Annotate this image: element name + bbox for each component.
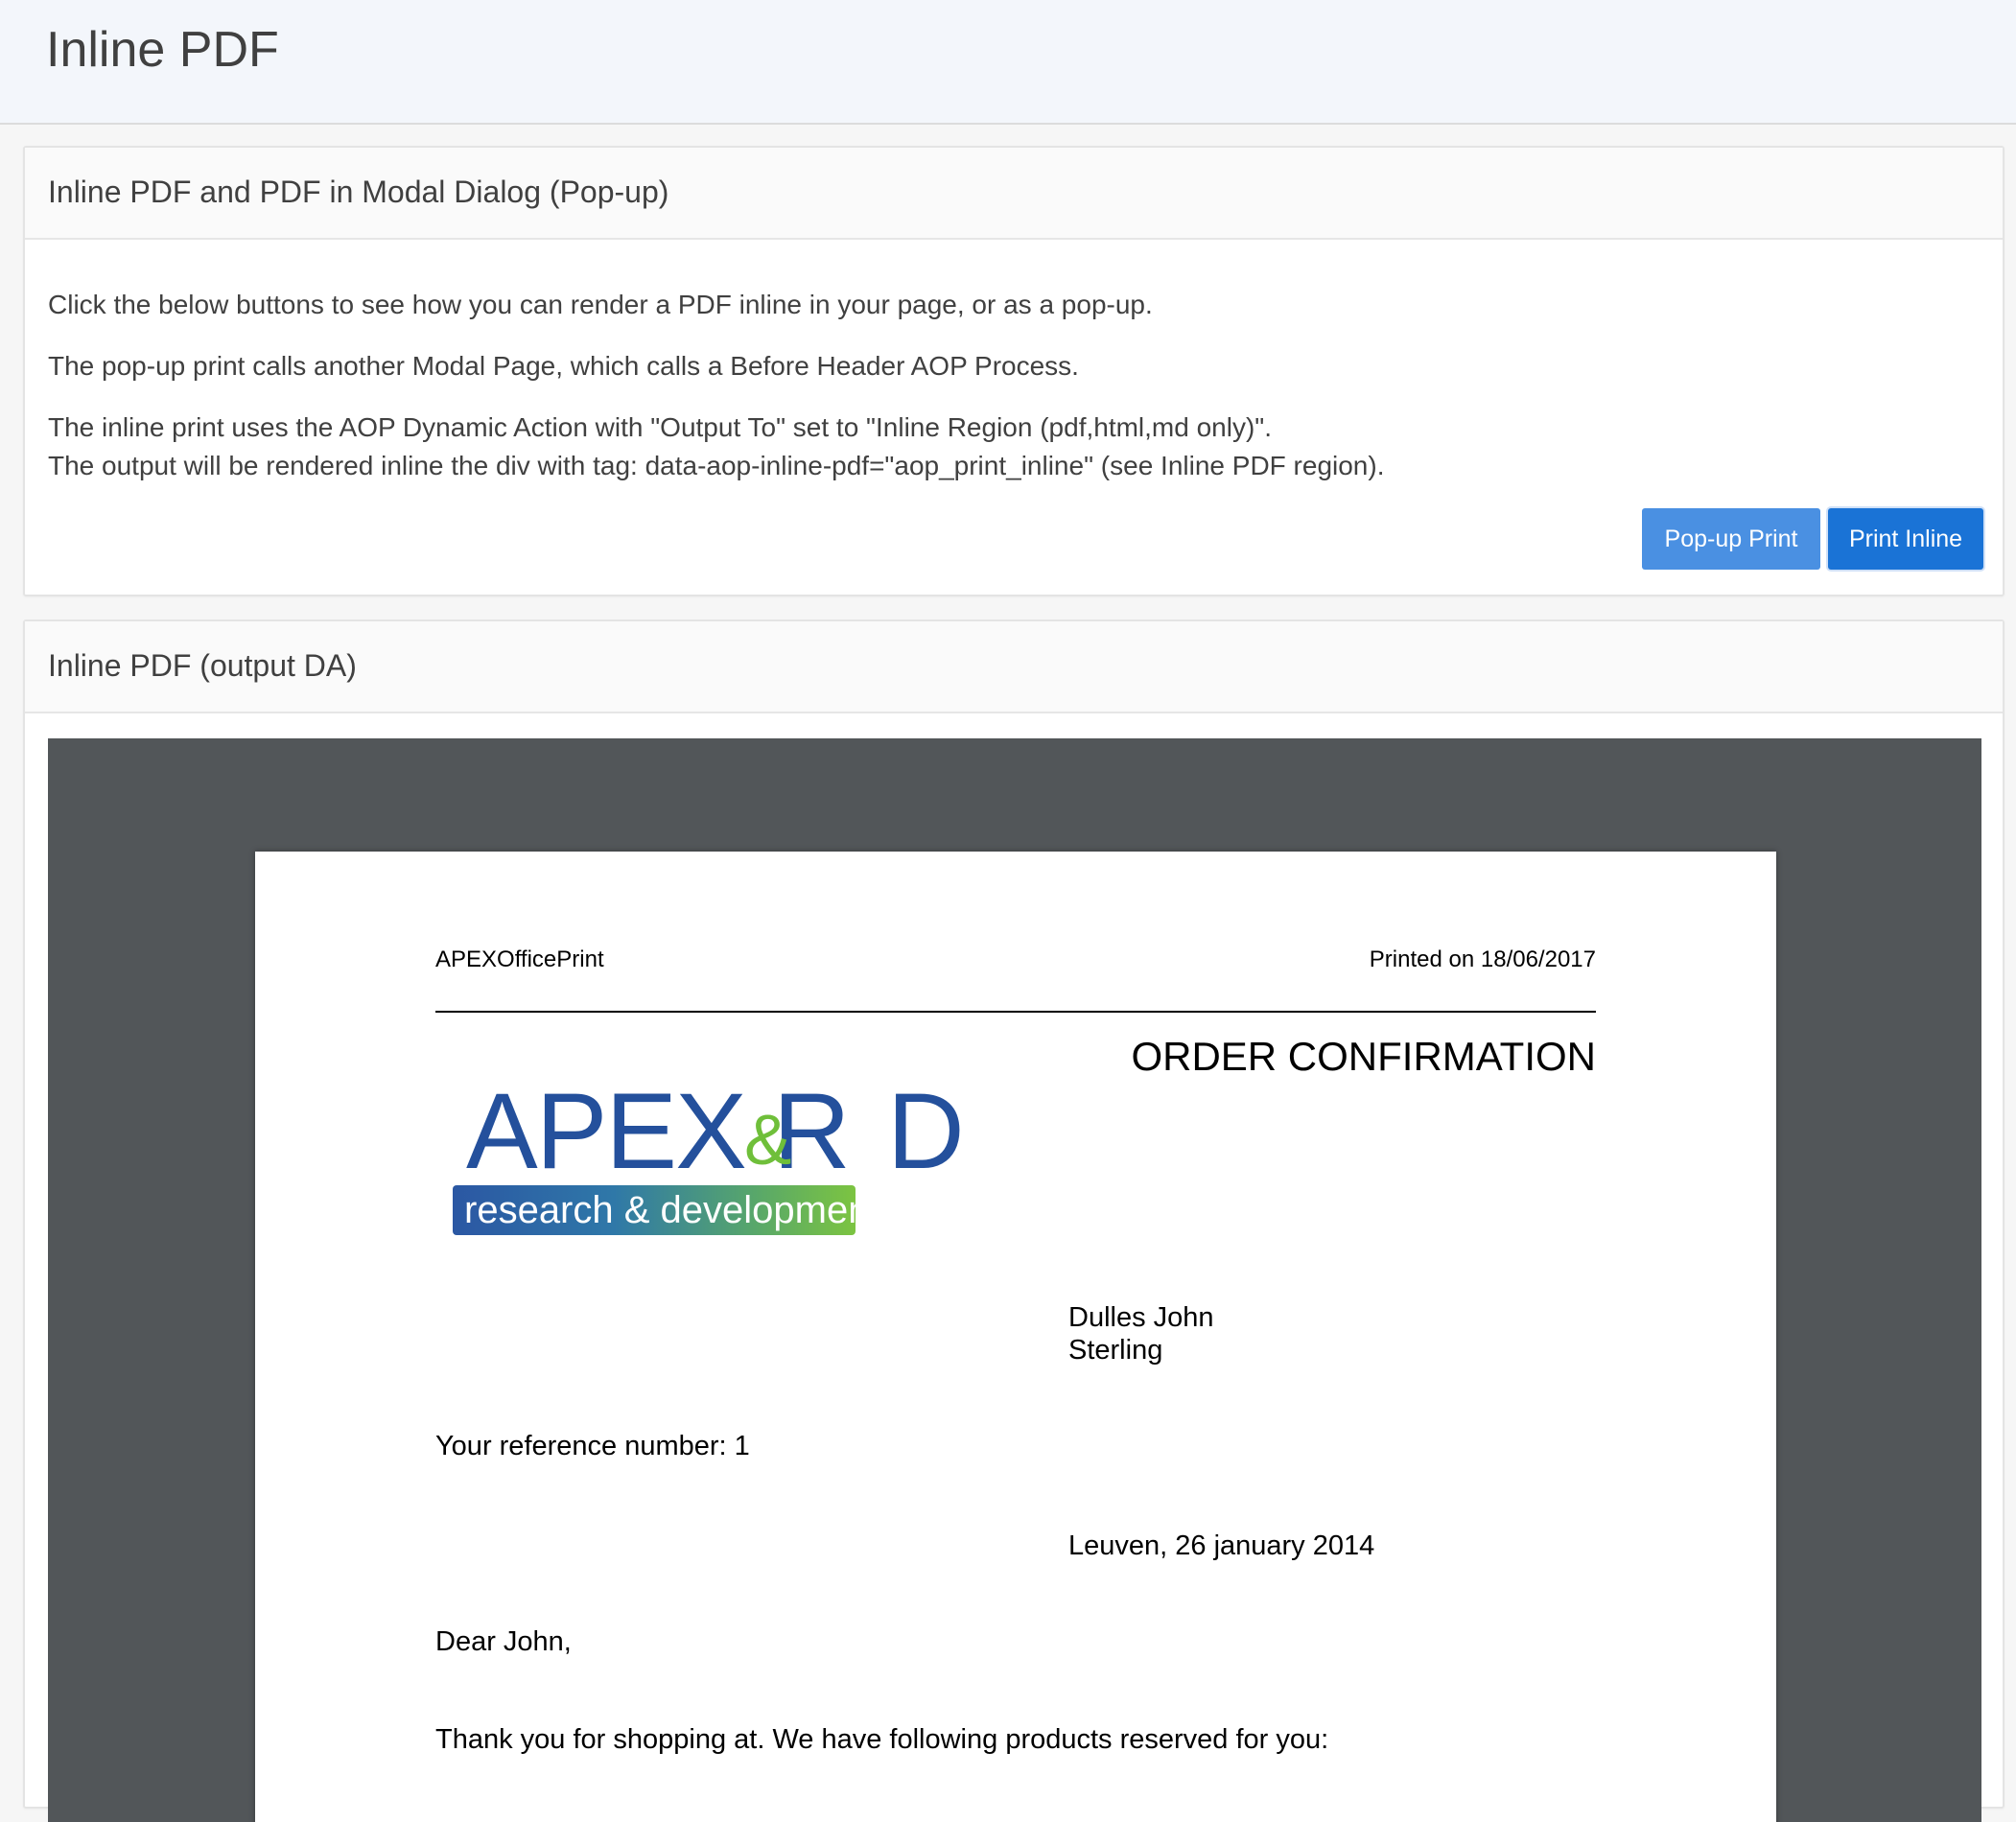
- region-inline-pdf: Inline PDF (output DA) APEXOfficePrint P…: [23, 619, 2004, 1822]
- apex-rd-logo: APEX RD & research & development: [451, 1078, 965, 1235]
- logo-ampersand: &: [744, 1100, 792, 1180]
- logo-subtitle: research & development: [464, 1189, 880, 1231]
- pdf-header-left: APEXOfficePrint: [435, 946, 604, 972]
- popup-print-button[interactable]: Pop-up Print: [1642, 508, 1820, 570]
- print-inline-button[interactable]: Print Inline: [1828, 508, 1983, 570]
- description-paragraph: The pop-up print calls another Modal Pag…: [48, 351, 1079, 381]
- description-paragraph: Click the below buttons to see how you c…: [48, 290, 1153, 319]
- logo-wordmark: APEX RD: [466, 1071, 965, 1191]
- pdf-body-line: Thank you for shopping at. We have follo…: [435, 1724, 1329, 1755]
- page-title: Inline PDF: [46, 22, 279, 78]
- pdf-heading: ORDER CONFIRMATION: [1131, 1034, 1596, 1079]
- region-header: Inline PDF (output DA): [25, 621, 2003, 713]
- pdf-address-name: Dulles John: [1068, 1302, 1214, 1333]
- pdf-page: APEXOfficePrint Printed on 18/06/2017 OR…: [255, 852, 1776, 1822]
- pdf-header-right: Printed on 18/06/2017: [1369, 946, 1596, 972]
- logo-band: research & development: [453, 1185, 880, 1235]
- region-title: Inline PDF and PDF in Modal Dialog (Pop-…: [48, 175, 669, 209]
- pdf-viewer[interactable]: APEXOfficePrint Printed on 18/06/2017 OR…: [48, 738, 1981, 1822]
- pdf-salutation: Dear John,: [435, 1626, 572, 1657]
- pdf-address-city: Sterling: [1068, 1335, 1163, 1366]
- pdf-place-date: Leuven, 26 january 2014: [1068, 1530, 1375, 1561]
- pdf-header-divider: [435, 1011, 1596, 1013]
- description-paragraph: The output will be rendered inline the d…: [48, 451, 1385, 480]
- region-inline-and-modal: Inline PDF and PDF in Modal Dialog (Pop-…: [23, 146, 2004, 596]
- page-title-bar: Inline PDF: [0, 0, 2016, 125]
- region-header: Inline PDF and PDF in Modal Dialog (Pop-…: [25, 148, 2003, 240]
- pdf-reference: Your reference number: 1: [435, 1431, 750, 1461]
- description-paragraph: The inline print uses the AOP Dynamic Ac…: [48, 412, 1273, 442]
- region-title: Inline PDF (output DA): [48, 648, 357, 683]
